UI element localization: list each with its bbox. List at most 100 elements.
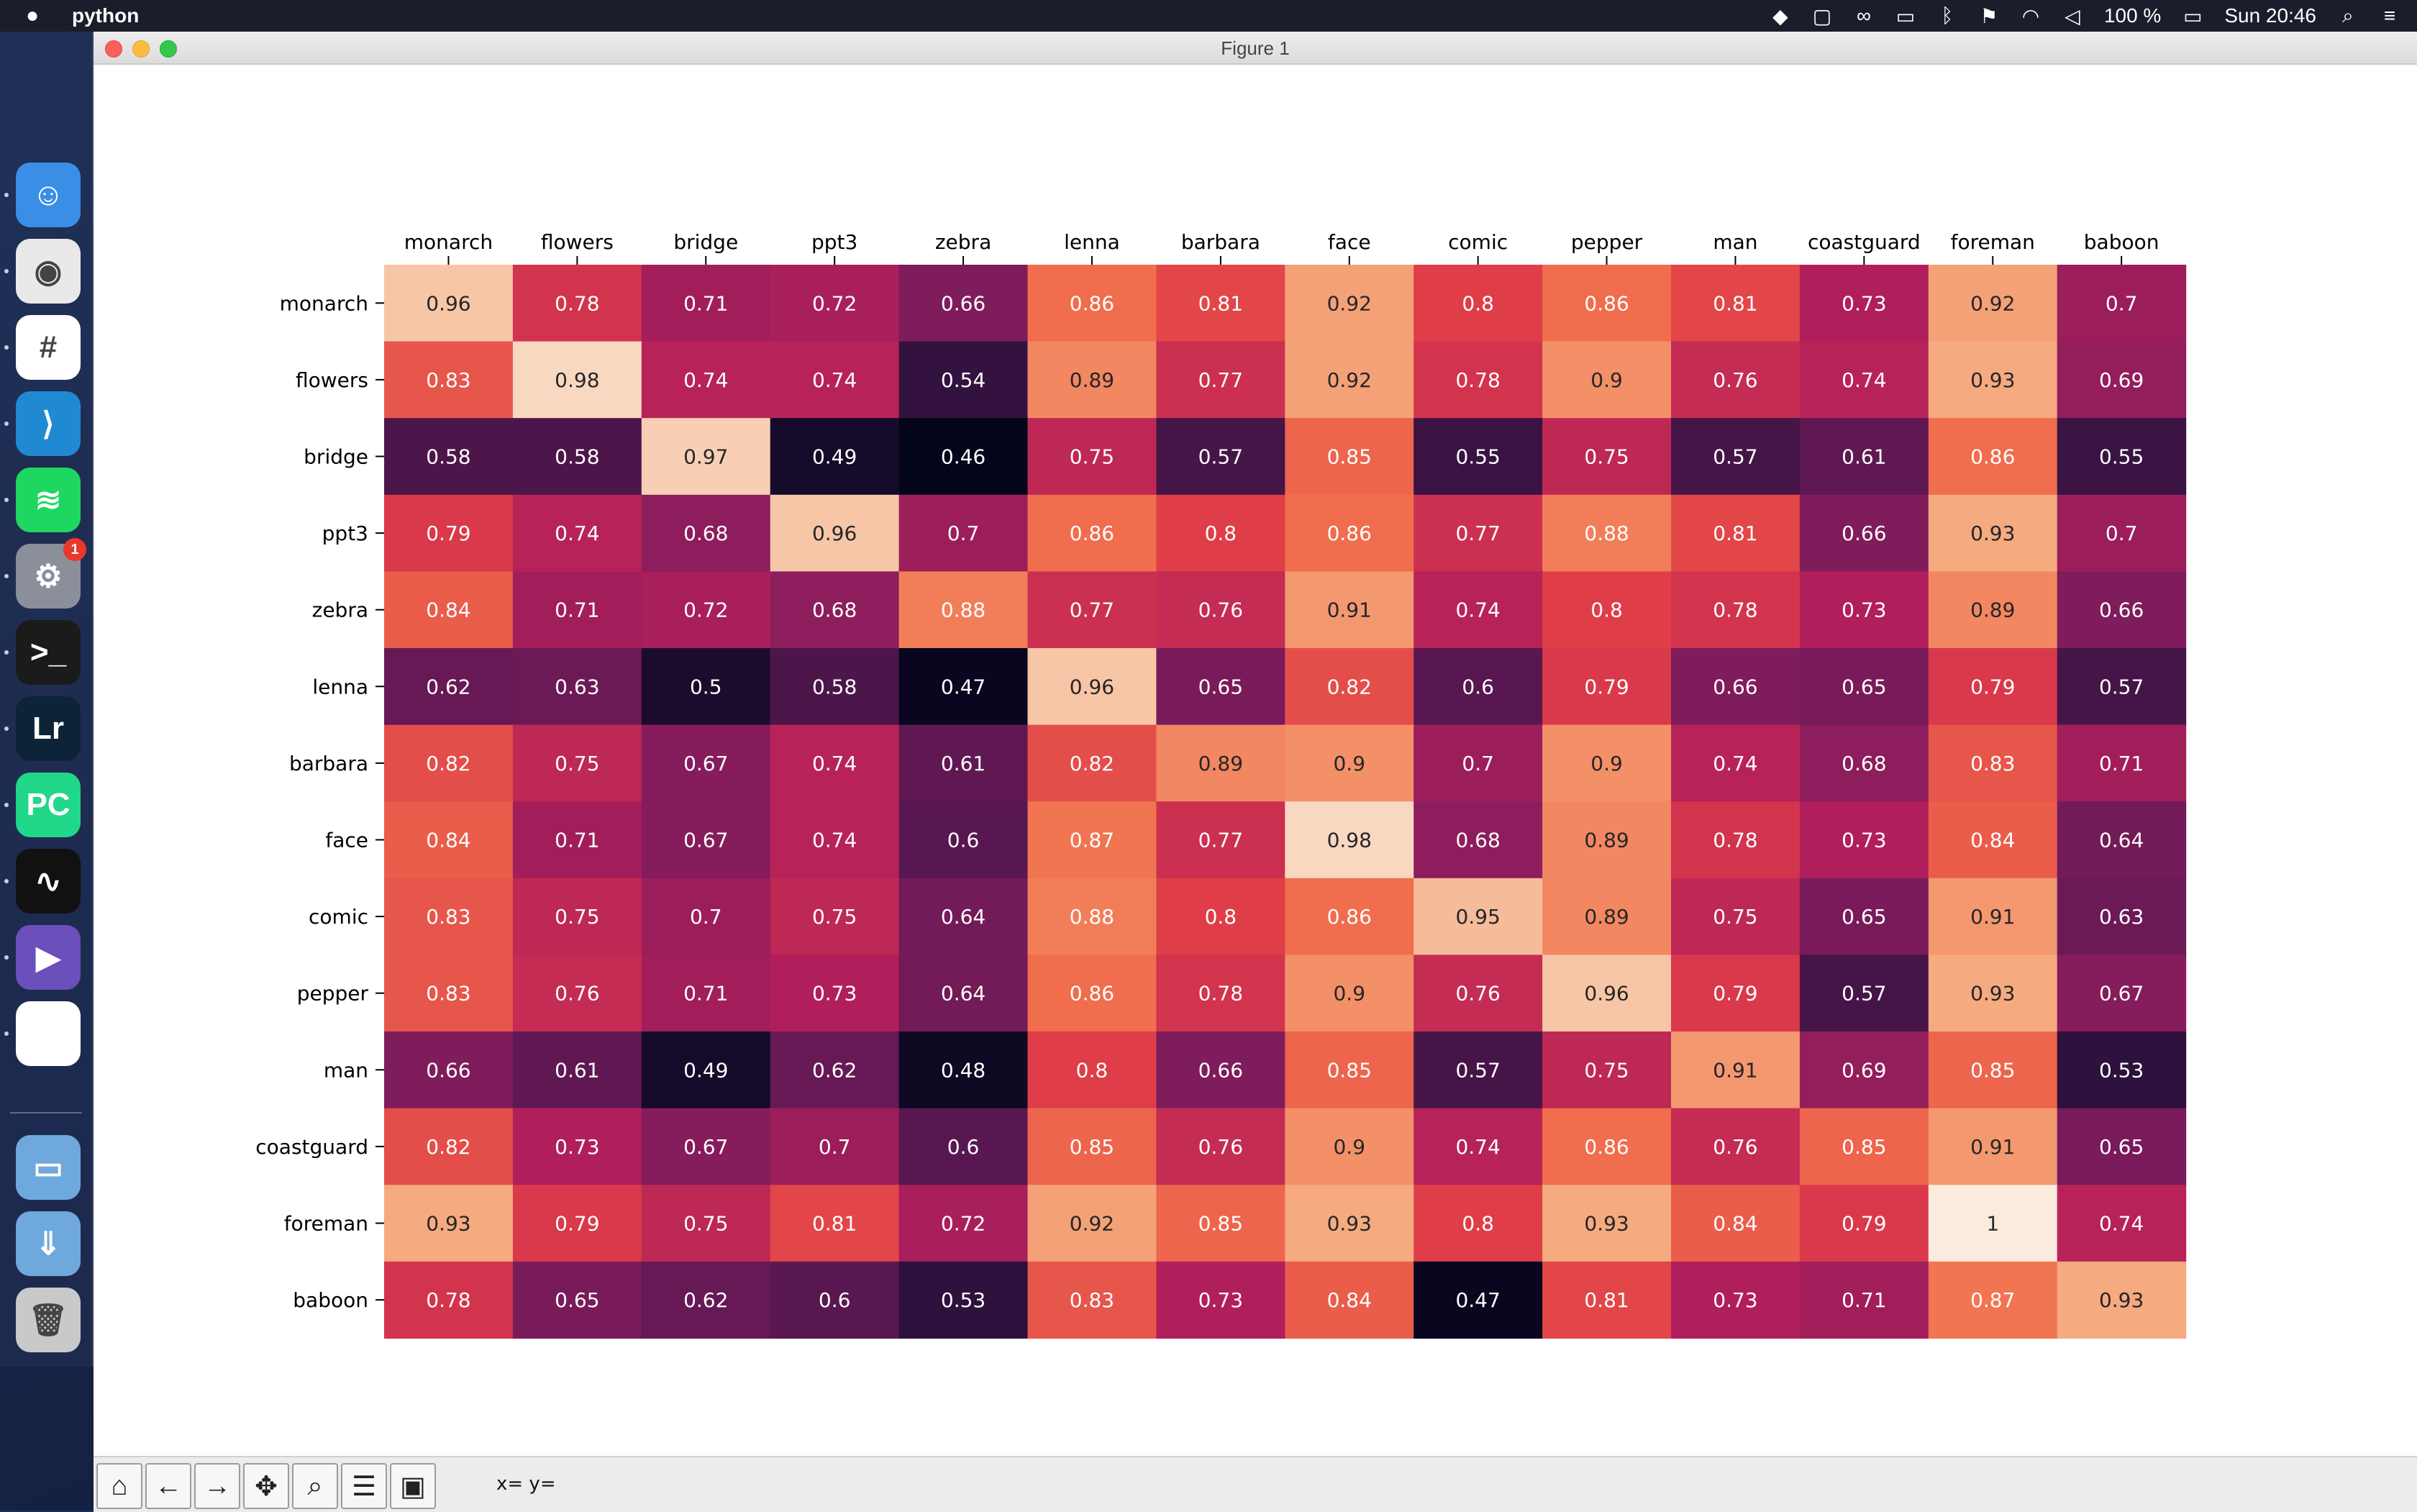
document-icon[interactable] <box>16 1001 81 1066</box>
figure-window: Figure 1 0.96 0.78 0.71 0.72 0.66 0.86 0.81 0.9… <box>94 32 2417 1512</box>
location-arrow-icon[interactable]: ◆ <box>1770 4 1790 28</box>
back-button[interactable]: ← <box>145 1463 191 1509</box>
cell-value-label: 0.83 <box>426 368 470 392</box>
notification-badge: 1 <box>63 538 86 561</box>
cell-value-label: 0.62 <box>812 1058 857 1082</box>
cell-value-label: 0.62 <box>426 675 470 698</box>
cell-value-label: 0.76 <box>1713 368 1757 392</box>
finder-icon[interactable]: ☺ <box>16 163 81 227</box>
menu-clock[interactable]: Sun 20:46 <box>2224 4 2316 27</box>
cell-value-label: 0.66 <box>1842 522 1886 545</box>
cell-value-label: 0.98 <box>555 368 599 392</box>
control-center-icon[interactable]: ≡ <box>2380 4 2400 27</box>
app-name-menu[interactable]: python <box>72 4 139 27</box>
cell-value-label: 0.7 <box>2106 291 2138 315</box>
y-tick-label: coastguard <box>255 1135 368 1159</box>
battery-icon[interactable]: ▭ <box>2182 4 2203 28</box>
terminal-icon[interactable]: >_ <box>16 620 81 685</box>
airplay-icon[interactable]: ▭ <box>1895 4 1916 28</box>
glasses-icon[interactable]: ∞ <box>1854 4 1874 27</box>
cell-value-label: 0.64 <box>941 982 986 1006</box>
running-indicator <box>4 345 9 350</box>
cell-value-label: 0.76 <box>555 982 599 1006</box>
y-tick-label: monarch <box>280 291 368 315</box>
cell-value-label: 0.74 <box>555 522 599 545</box>
activity-monitor-icon[interactable]: ∿ <box>16 849 81 914</box>
battery-percent: 100 % <box>2103 4 2162 27</box>
cell-value-label: 0.7 <box>2106 522 2138 545</box>
bluetooth-icon[interactable]: ᛒ <box>1937 4 1957 27</box>
cell-value-label: 0.7 <box>947 522 980 545</box>
media-player-icon[interactable]: ▶ <box>16 925 81 990</box>
cell-value-label: 0.96 <box>812 522 857 545</box>
cell-value-label: 0.8 <box>1462 291 1494 315</box>
cell-value-label: 0.6 <box>819 1288 851 1312</box>
y-tick-label: zebra <box>312 598 368 622</box>
volume-icon[interactable]: ◁ <box>2062 4 2083 28</box>
cell-value-label: 0.7 <box>1462 752 1494 775</box>
cell-value-label: 0.57 <box>1713 445 1757 469</box>
cell-value-label: 0.49 <box>812 445 857 469</box>
cell-value-label: 0.82 <box>1327 675 1372 698</box>
cell-value-label: 0.84 <box>426 829 470 852</box>
cell-value-label: 0.79 <box>426 522 470 545</box>
system-preferences-icon[interactable]: ⚙ 1 <box>16 538 86 609</box>
running-indicator <box>4 879 9 883</box>
configure-subplots-button[interactable]: ☰ <box>341 1463 387 1509</box>
cell-value-label: 0.73 <box>1842 598 1886 622</box>
cell-value-label: 0.82 <box>426 1135 470 1159</box>
cell-value-label: 0.61 <box>941 752 986 775</box>
cell-value-label: 0.54 <box>941 368 986 392</box>
cell-value-label: 0.93 <box>1970 368 2015 392</box>
x-tick-label: pepper <box>1571 230 1643 254</box>
cell-value-label: 0.7 <box>819 1135 851 1159</box>
folder-icon[interactable]: ▭ <box>16 1135 81 1200</box>
cell-value-label: 0.49 <box>683 1058 728 1082</box>
trash-icon[interactable]: 🗑 <box>16 1288 81 1352</box>
vscode-icon[interactable]: ⟩ <box>16 391 81 456</box>
save-button[interactable]: ▣ <box>390 1463 436 1509</box>
cell-value-label: 0.77 <box>1455 522 1500 545</box>
spotify-icon[interactable]: ≋ <box>16 468 81 532</box>
cell-value-label: 0.91 <box>1713 1058 1757 1082</box>
downloads-folder-icon[interactable]: ⇓ <box>16 1211 81 1276</box>
search-icon[interactable]: ⌕ <box>2338 4 2358 28</box>
cell-value-label: 0.93 <box>1327 1212 1372 1236</box>
window-titlebar[interactable]: Figure 1 <box>94 32 2417 65</box>
lightroom-icon[interactable]: Lr <box>16 696 81 761</box>
pycharm-icon[interactable]: PC <box>16 773 81 837</box>
cell-value-label: 0.78 <box>1198 982 1243 1006</box>
cell-value-label: 0.93 <box>1584 1212 1629 1236</box>
home-button[interactable]: ⌂ <box>96 1463 142 1509</box>
running-indicator <box>4 574 9 578</box>
cell-value-label: 0.75 <box>1070 445 1114 469</box>
cell-value-label: 0.92 <box>1327 368 1372 392</box>
cell-value-label: 0.96 <box>1584 982 1629 1006</box>
cell-value-label: 0.74 <box>1455 1135 1500 1159</box>
running-indicator <box>4 1031 9 1036</box>
zoom-button[interactable]: ⌕ <box>292 1463 338 1509</box>
forward-button[interactable]: → <box>194 1463 240 1509</box>
dock: ☺ ◉ # ⟩ ≋ ⚙ 1 >_ Lr PC ∿ ▶ ▭ ⇓ 🗑 <box>0 32 94 1367</box>
cell-value-label: 0.79 <box>555 1212 599 1236</box>
status-menus: ◆ ▢ ∞ ▭ ᛒ ⚑ ◠ ◁ 100 % ▭ Sun 20:46 ⌕ ≡ <box>1770 0 2400 32</box>
running-indicator <box>4 193 9 197</box>
cell-value-label: 0.53 <box>2099 1058 2144 1082</box>
x-tick-label: face <box>1328 230 1371 254</box>
cell-value-label: 0.6 <box>947 829 980 852</box>
cell-value-label: 0.63 <box>2099 905 2144 929</box>
screen-share-icon[interactable]: ▢ <box>1812 4 1832 28</box>
cell-value-label: 0.78 <box>555 291 599 315</box>
pan-button[interactable]: ✥ <box>243 1463 289 1509</box>
cell-value-label: 0.74 <box>2099 1212 2144 1236</box>
chrome-icon[interactable]: ◉ <box>16 239 81 304</box>
y-tick-label: barbara <box>289 752 368 775</box>
x-tick-label: zebra <box>935 230 991 254</box>
slack-icon[interactable]: # <box>16 315 81 380</box>
cell-value-label: 0.66 <box>2099 598 2144 622</box>
apple-logo-icon[interactable]: ● <box>26 4 58 28</box>
figure-canvas[interactable]: 0.96 0.78 0.71 0.72 0.66 0.86 0.81 0.92 0.8 0.86 0… <box>94 65 2417 1456</box>
wifi-icon[interactable]: ◠ <box>2021 4 2041 28</box>
us-flag-icon[interactable]: ⚑ <box>1979 4 1999 28</box>
cell-value-label: 0.79 <box>1842 1212 1886 1236</box>
